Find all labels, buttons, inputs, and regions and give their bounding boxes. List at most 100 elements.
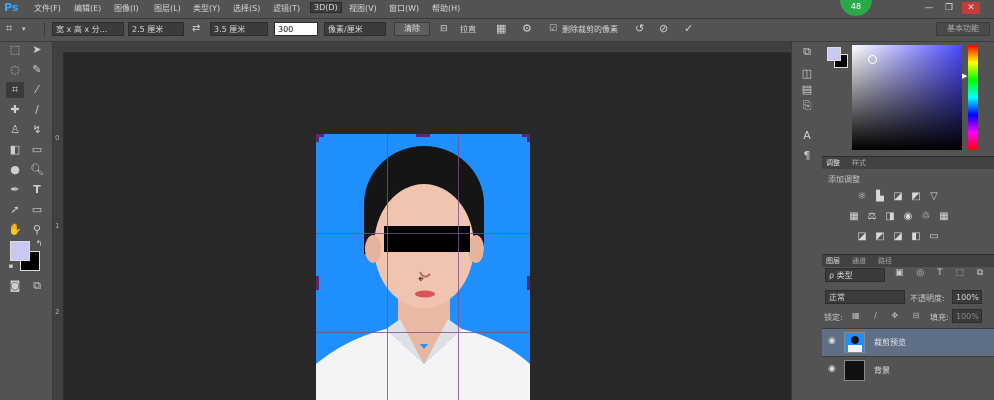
- opacity-input[interactable]: 100%: [952, 290, 982, 304]
- menu-window[interactable]: 窗口(W): [389, 3, 419, 14]
- eye-icon[interactable]: ◉: [828, 336, 836, 346]
- crop-handle[interactable]: [527, 276, 530, 290]
- commit-check-icon[interactable]: ✓: [684, 22, 693, 36]
- type-icon[interactable]: T: [28, 182, 46, 198]
- hue-saturation-icon[interactable]: ▦: [848, 211, 860, 223]
- quick-select-icon[interactable]: ✎: [28, 62, 46, 78]
- menu-3d[interactable]: 3D(D): [310, 2, 342, 13]
- selective-color-icon[interactable]: ◧: [910, 231, 922, 243]
- cancel-icon[interactable]: ⊘: [659, 22, 668, 36]
- blend-mode-select[interactable]: 正常: [825, 290, 905, 304]
- levels-icon[interactable]: ▙: [874, 191, 886, 203]
- resolution-unit-select[interactable]: 像素/厘米: [324, 22, 386, 36]
- swap-colors-icon[interactable]: ↰: [30, 236, 48, 252]
- clear-button[interactable]: 清除: [394, 22, 430, 36]
- menu-help[interactable]: 帮助(H): [432, 3, 460, 14]
- crop-icon[interactable]: ⌗: [6, 82, 24, 98]
- layer-filter-select[interactable]: ρ 类型: [825, 268, 885, 282]
- character-panel-icon[interactable]: A: [799, 128, 815, 144]
- eye-icon[interactable]: ◉: [828, 364, 836, 374]
- delete-pixels-checkbox[interactable]: ☑: [549, 22, 557, 36]
- move-icon[interactable]: ➤: [28, 42, 46, 58]
- lasso-icon[interactable]: ◌: [6, 62, 24, 78]
- grid-overlay-icon[interactable]: ▦: [496, 22, 506, 36]
- color-balance-icon[interactable]: ⚖: [866, 211, 878, 223]
- gear-icon[interactable]: ⚙: [522, 22, 532, 36]
- brush-icon[interactable]: ∕: [28, 102, 46, 118]
- history-brush-icon[interactable]: ↯: [28, 122, 46, 138]
- color-picker-cursor[interactable]: [868, 55, 877, 64]
- curves-icon[interactable]: ◪: [892, 191, 904, 203]
- pen-icon[interactable]: ✒: [6, 182, 24, 198]
- eyedropper-icon[interactable]: ⁄: [28, 82, 46, 98]
- crop-handle[interactable]: [316, 134, 319, 142]
- restore-button[interactable]: ❐: [940, 2, 958, 14]
- quick-mask-icon[interactable]: ◙: [6, 278, 24, 294]
- straighten-button[interactable]: 拉直: [460, 24, 476, 35]
- menu-view[interactable]: 视图(V): [349, 3, 377, 14]
- hue-slider[interactable]: [968, 45, 978, 150]
- history-panel-icon[interactable]: ⧉: [799, 44, 815, 60]
- menu-image[interactable]: 图像(I): [114, 3, 139, 14]
- exposure-icon[interactable]: ◩: [910, 191, 922, 203]
- channel-mixer-icon[interactable]: ♲: [920, 211, 932, 223]
- straighten-icon[interactable]: ⊟: [440, 22, 448, 36]
- crop-width-input[interactable]: 2.5 厘米: [128, 22, 184, 36]
- tab-channels[interactable]: 通道: [852, 256, 866, 266]
- vibrance-icon[interactable]: ▽: [928, 191, 940, 203]
- tab-styles[interactable]: 样式: [852, 158, 866, 168]
- color-panel-foreground-swatch[interactable]: [827, 47, 841, 61]
- workspace-switcher[interactable]: 基本功能: [936, 22, 990, 36]
- blur-icon[interactable]: ●: [6, 162, 24, 178]
- brush-panel-icon[interactable]: ▤: [799, 82, 815, 98]
- marquee-icon[interactable]: ⬚: [6, 42, 24, 58]
- stamp-icon[interactable]: ♙: [6, 122, 24, 138]
- healing-icon[interactable]: ✚: [6, 102, 24, 118]
- menu-select[interactable]: 选择(S): [233, 3, 260, 14]
- gradient-map-icon[interactable]: ▭: [928, 231, 940, 243]
- layer-name[interactable]: 裁剪预览: [874, 337, 906, 348]
- photo-crop-area[interactable]: ⌖: [316, 134, 530, 400]
- invert-icon[interactable]: ◪: [856, 231, 868, 243]
- menu-type[interactable]: 类型(Y): [193, 3, 220, 14]
- crop-handle[interactable]: [316, 276, 319, 290]
- menu-filter[interactable]: 滤镜(T): [273, 3, 300, 14]
- undo-icon[interactable]: ↺: [635, 22, 644, 36]
- hue-slider-pointer-icon[interactable]: ▶: [962, 72, 967, 80]
- color-picker-field[interactable]: [852, 45, 962, 150]
- close-button[interactable]: ✕: [962, 2, 980, 14]
- hand-icon[interactable]: ✋: [6, 222, 24, 238]
- brightness-icon[interactable]: ☼: [856, 191, 868, 203]
- path-select-icon[interactable]: ➚: [6, 202, 24, 218]
- menu-edit[interactable]: 编辑(E): [74, 3, 101, 14]
- crop-handle[interactable]: [527, 134, 530, 142]
- crop-tool-icon[interactable]: ⌗: [6, 22, 12, 36]
- menu-file[interactable]: 文件(F): [34, 3, 61, 14]
- shape-icon[interactable]: ▭: [28, 202, 46, 218]
- layer-filter-icons[interactable]: ▣ ◎ T ⬚ ⧉: [895, 268, 988, 278]
- eraser-icon[interactable]: ◧: [6, 142, 24, 158]
- photo-filter-icon[interactable]: ◉: [902, 211, 914, 223]
- resolution-input[interactable]: 300: [274, 22, 318, 36]
- fill-input[interactable]: 100%: [952, 309, 982, 323]
- paragraph-panel-icon[interactable]: ¶: [799, 148, 815, 164]
- notification-badge[interactable]: 48: [840, 0, 872, 16]
- menu-layer[interactable]: 图层(L): [154, 3, 181, 14]
- minimize-button[interactable]: —: [920, 2, 938, 14]
- color-lookup-icon[interactable]: ▦: [938, 211, 950, 223]
- clone-source-icon[interactable]: ⎘: [799, 98, 815, 114]
- layer-row-crop-preview[interactable]: ◉ 裁剪预览: [822, 328, 994, 356]
- properties-panel-icon[interactable]: ◫: [799, 66, 815, 82]
- crop-height-input[interactable]: 3.5 厘米: [210, 22, 268, 36]
- chevron-down-icon[interactable]: ▾: [22, 22, 26, 36]
- lock-icons[interactable]: ▦ ∕ ✥ ⊟: [852, 311, 925, 320]
- screen-mode-icon[interactable]: ⧉: [28, 278, 46, 294]
- tab-layers[interactable]: 图层: [826, 256, 840, 266]
- black-white-icon[interactable]: ◨: [884, 211, 896, 223]
- threshold-icon[interactable]: ◪: [892, 231, 904, 243]
- gradient-icon[interactable]: ▭: [28, 142, 46, 158]
- tab-paths[interactable]: 路径: [878, 256, 892, 266]
- tab-adjustments[interactable]: 调整: [826, 158, 840, 168]
- ratio-preset-select[interactable]: 宽 x 高 x 分...: [52, 22, 124, 36]
- layer-name[interactable]: 背景: [874, 365, 890, 376]
